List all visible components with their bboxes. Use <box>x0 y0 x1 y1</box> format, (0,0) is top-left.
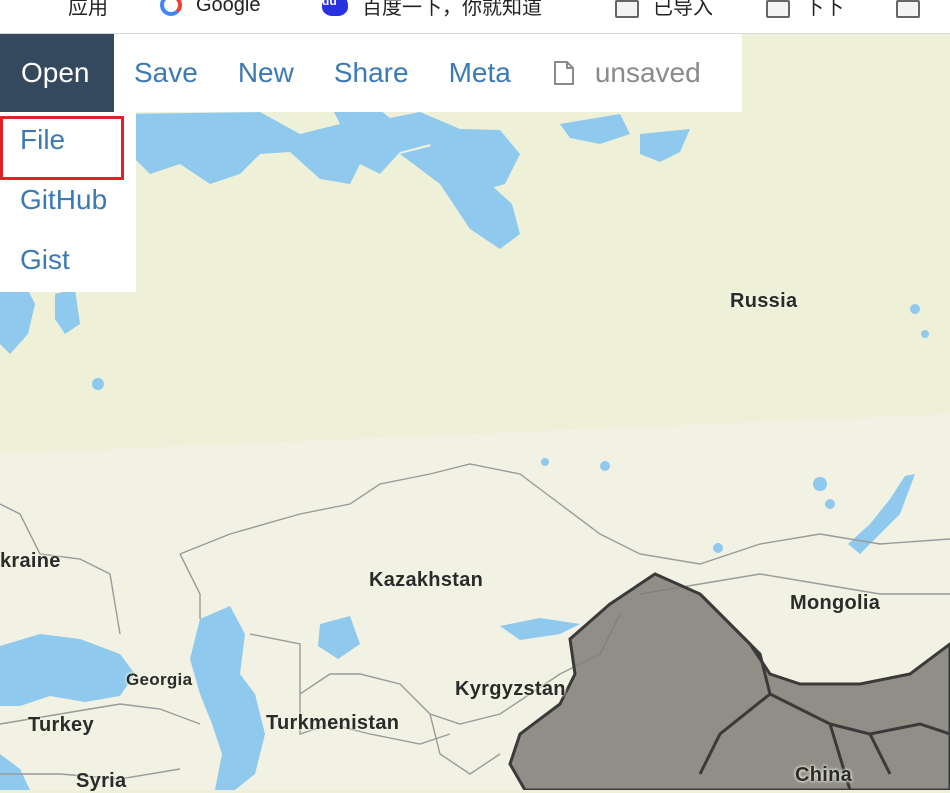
baidu-icon: du <box>322 0 348 16</box>
menu-meta[interactable]: Meta <box>429 34 531 112</box>
menu-save[interactable]: Save <box>114 34 218 112</box>
save-status: unsaved <box>531 57 701 89</box>
open-dropdown: File GitHub Gist <box>0 112 136 292</box>
bookmark-label: 下下 <box>804 0 844 19</box>
menu-share[interactable]: Share <box>314 34 429 112</box>
map-canvas[interactable]: Russia Kazakhstan Mongolia kraine Georgi… <box>0 34 950 792</box>
bookmarks-bar: 应用 Google du 百度一下，你就知道 已导入 下下 <box>0 0 950 34</box>
status-text: unsaved <box>594 57 701 88</box>
label-mongolia: Mongolia <box>790 592 881 614</box>
menu-open[interactable]: Open <box>0 34 114 112</box>
label-turkmenistan: Turkmenistan <box>266 712 400 734</box>
label-kazakhstan: Kazakhstan <box>369 569 484 591</box>
bookmark-label: 应用 <box>68 0 108 19</box>
google-icon <box>160 0 182 16</box>
file-icon <box>553 61 574 85</box>
bookmark-google[interactable]: Google <box>160 0 261 20</box>
label-ukraine: kraine <box>0 550 61 572</box>
dropdown-item-github[interactable]: GitHub <box>20 184 107 216</box>
label-china: China <box>795 764 853 786</box>
apps-grid-icon <box>30 0 54 17</box>
label-russia: Russia <box>730 290 798 312</box>
dropdown-item-file[interactable]: File <box>20 124 65 156</box>
label-turkey: Turkey <box>28 714 94 736</box>
folder-icon <box>766 0 790 18</box>
top-menu-bar: Open Save New Share Meta unsaved <box>0 34 742 112</box>
label-kyrgyzstan: Kyrgyzstan <box>455 678 566 700</box>
bookmark-imported[interactable]: 已导入 <box>615 0 713 20</box>
bookmark-baidu[interactable]: du 百度一下，你就知道 <box>322 0 542 20</box>
bookmark-label: 已导入 <box>653 0 713 19</box>
bookmark-folder-3[interactable] <box>896 0 934 20</box>
bookmark-label: 百度一下，你就知道 <box>362 0 542 19</box>
folder-icon <box>615 0 639 18</box>
bookmark-apps[interactable]: 应用 <box>30 0 108 20</box>
label-georgia: Georgia <box>126 670 193 689</box>
dropdown-item-gist[interactable]: Gist <box>20 244 70 276</box>
bookmark-label: Google <box>196 0 261 16</box>
folder-icon <box>896 0 920 18</box>
bookmark-folder-2[interactable]: 下下 <box>766 0 844 20</box>
menu-new[interactable]: New <box>218 34 314 112</box>
